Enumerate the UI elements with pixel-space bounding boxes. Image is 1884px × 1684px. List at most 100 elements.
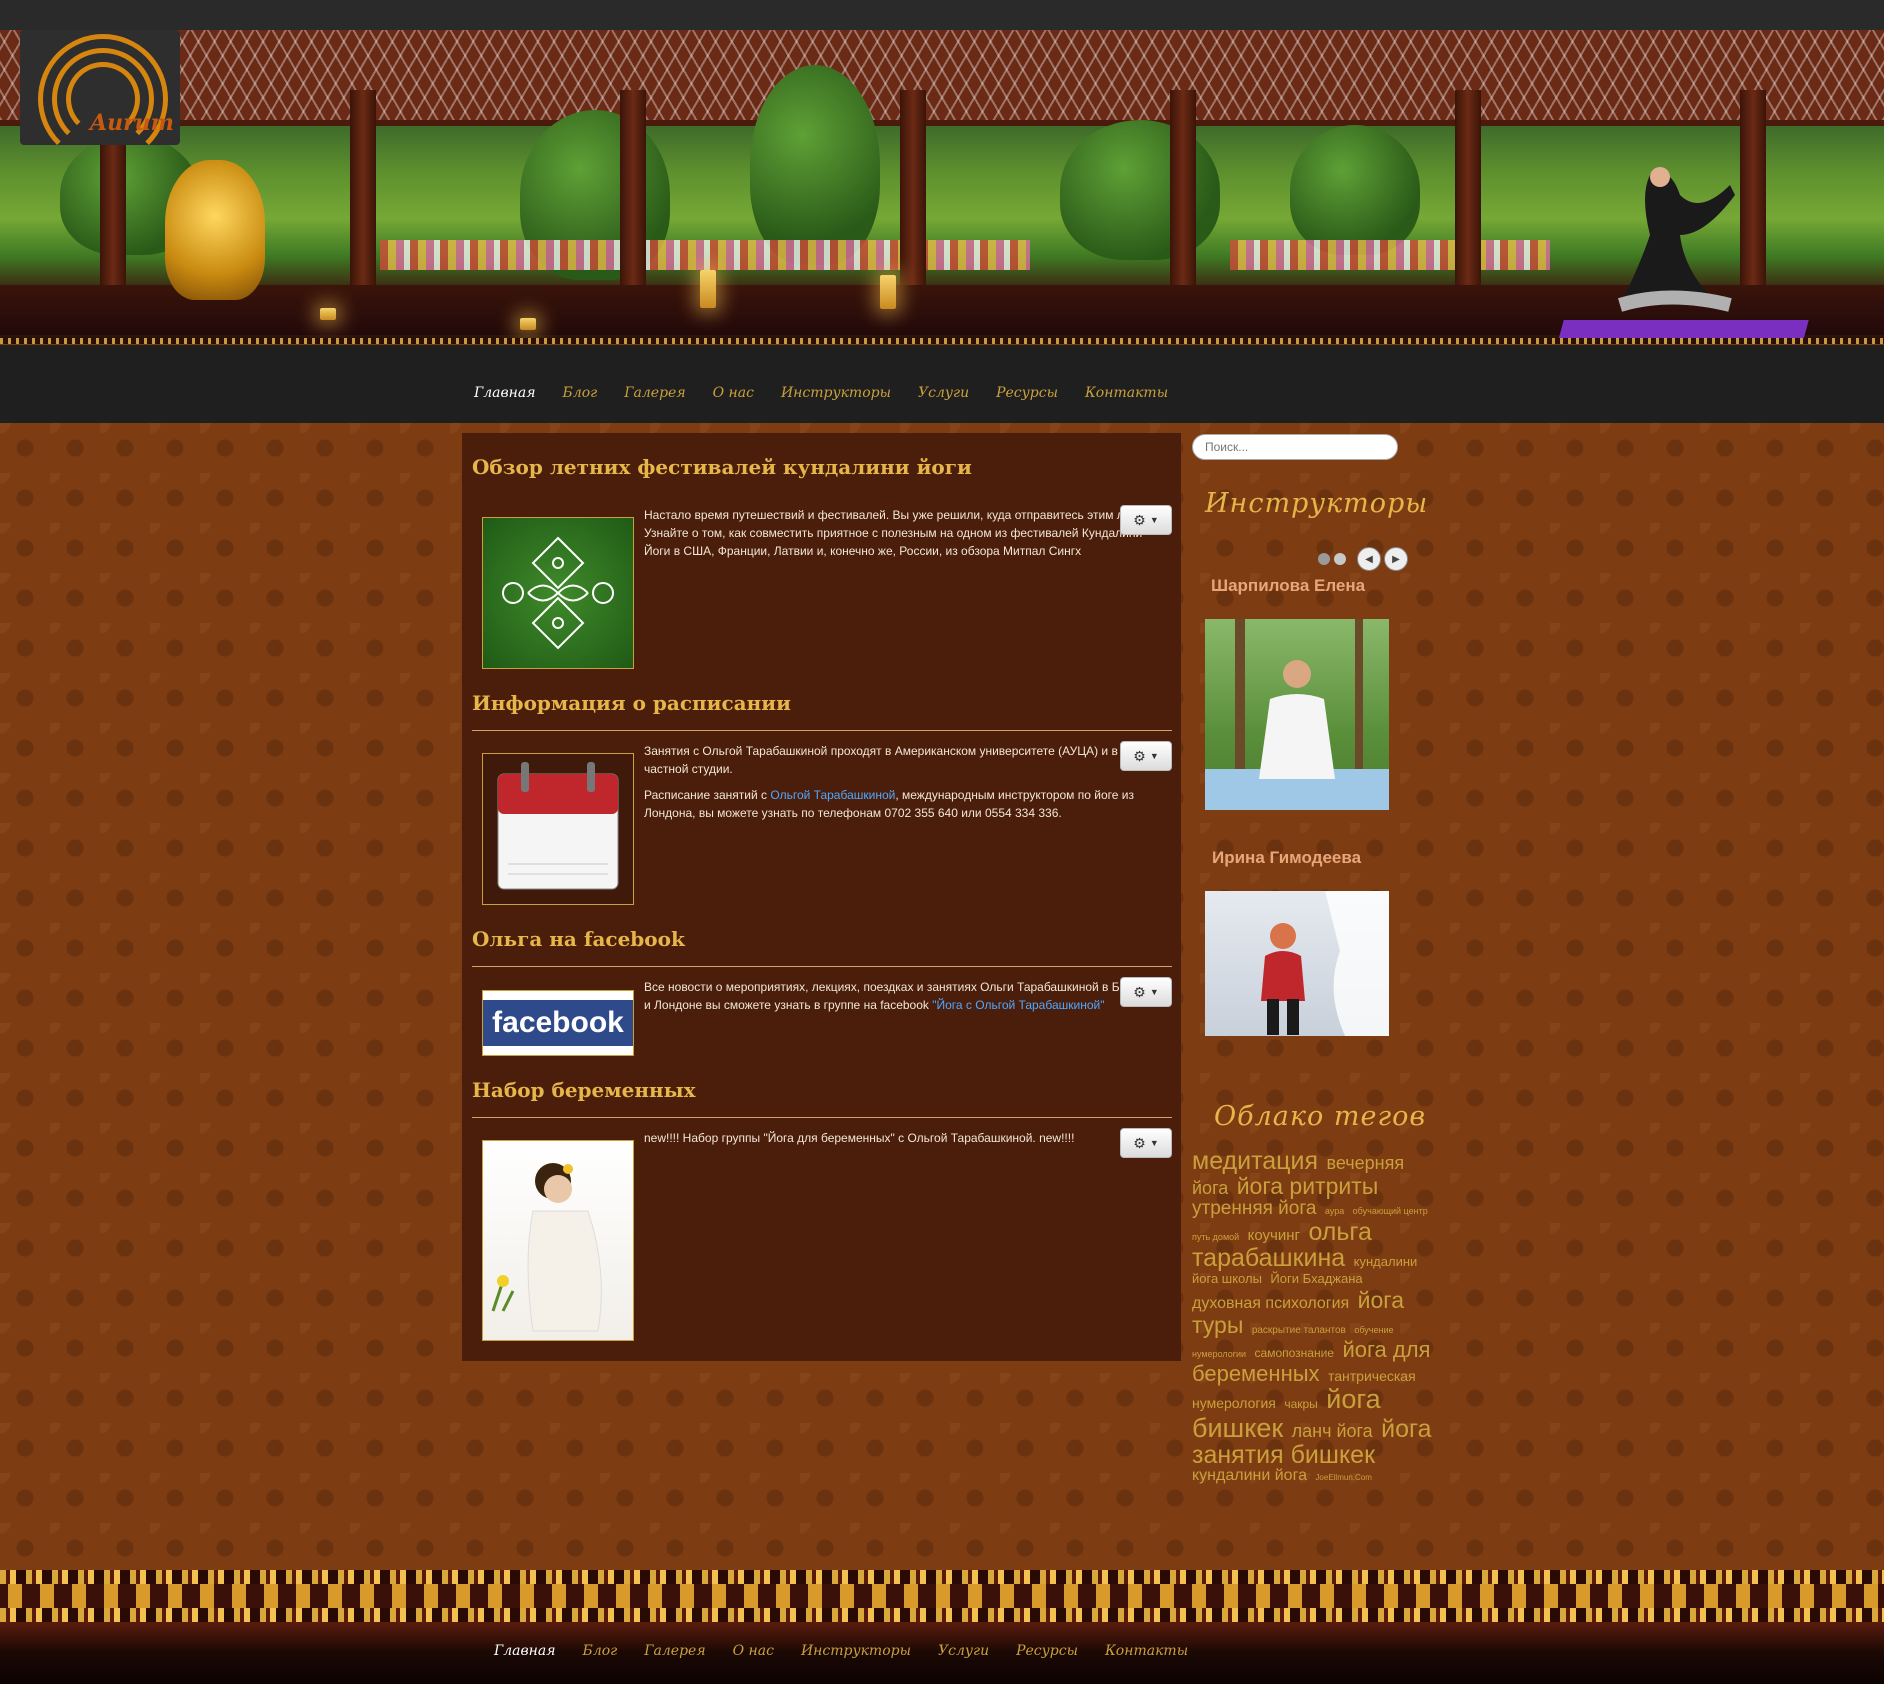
caret-down-icon: ▼ (1149, 515, 1159, 525)
carousel-next-button[interactable]: ▶ (1384, 547, 1408, 571)
tree-graphic (750, 65, 880, 265)
post-title[interactable]: Обзор летних фестивалей кундалини йоги (472, 455, 972, 479)
tag-link[interactable]: JoeEllmun.Com (1315, 1473, 1371, 1482)
tag-link[interactable]: аура (1325, 1206, 1344, 1216)
candle (700, 270, 716, 308)
footer-nav-item-services[interactable]: Услуги (938, 1643, 989, 1659)
footer-nav-item-blog[interactable]: Блог (583, 1643, 618, 1659)
post-text-fragment: Расписание занятий с (644, 788, 771, 802)
post-paragraph: Настало время путешествий и фестивалей. … (644, 508, 1158, 558)
footer-nav: Главная Блог Галерея О нас Инструкторы У… (494, 1643, 1188, 1659)
nav-item-gallery[interactable]: Галерея (624, 385, 685, 401)
main-nav: Главная Блог Галерея О нас Инструкторы У… (474, 385, 1168, 401)
post-paragraph: Занятия с Ольгой Тарабашкиной проходят в… (644, 744, 1135, 776)
tag-link[interactable]: медитация (1192, 1147, 1318, 1175)
tag-link[interactable]: самопознание (1255, 1346, 1334, 1360)
tag-link[interactable]: утренняя йога (1192, 1198, 1316, 1219)
instructor-name[interactable]: Ирина Гимодеева (1212, 848, 1361, 868)
caret-down-icon: ▼ (1149, 751, 1159, 761)
tag-link[interactable]: ланч йога (1292, 1421, 1373, 1441)
pillar (620, 90, 646, 310)
tag-cloud: медитация вечерняя йога йога ритриты утр… (1192, 1148, 1437, 1485)
tag-link[interactable]: йога ритриты (1237, 1173, 1379, 1199)
carousel-prev-button[interactable]: ◀ (1357, 547, 1381, 571)
search-input[interactable] (1192, 434, 1398, 460)
tree-graphic (1060, 120, 1220, 260)
carousel-dot[interactable] (1334, 553, 1346, 565)
nav-item-contacts[interactable]: Контакты (1085, 385, 1168, 401)
post-options-button[interactable]: ⚙ ▼ (1120, 741, 1172, 771)
floor-trim (0, 338, 1884, 344)
caret-down-icon: ▼ (1149, 1138, 1159, 1148)
post-options-button[interactable]: ⚙ ▼ (1120, 977, 1172, 1007)
carousel-dot[interactable] (1318, 553, 1330, 565)
calendar-icon (497, 762, 619, 890)
instructor-link[interactable]: Ольгой Тарабашкиной (770, 788, 895, 802)
nav-item-blog[interactable]: Блог (563, 385, 598, 401)
nav-item-resources[interactable]: Ресурсы (996, 385, 1058, 401)
footer: Главная Блог Галерея О нас Инструкторы У… (0, 1622, 1884, 1684)
footer-nav-item-contacts[interactable]: Контакты (1105, 1643, 1188, 1659)
facebook-group-link[interactable]: "Йога с Ольгой Тарабашкиной" (932, 998, 1104, 1012)
top-bar (0, 0, 1884, 30)
instructor-photo[interactable] (1205, 891, 1389, 1036)
footer-nav-item-home[interactable]: Главная (494, 1643, 556, 1659)
post-title[interactable]: Информация о расписании (472, 691, 791, 715)
tag-link[interactable]: раскрытие талантов (1252, 1325, 1346, 1336)
main-content: Обзор летних фестивалей кундалини йоги Н… (462, 433, 1181, 1361)
tag-cloud-heading: Облако тегов (1214, 1101, 1427, 1132)
tag-link[interactable]: Йоги Бхаджана (1270, 1271, 1362, 1286)
footer-nav-item-about[interactable]: О нас (733, 1643, 774, 1659)
post-body: Занятия с Ольгой Тарабашкиной проходят в… (644, 742, 1164, 830)
post-body: Настало время путешествий и фестивалей. … (644, 506, 1164, 568)
divider (472, 966, 1172, 967)
ganesha-statue (165, 160, 265, 300)
instructor-name[interactable]: Шарпилова Елена (1211, 576, 1365, 596)
arrow-left-icon: ◀ (1365, 553, 1373, 565)
footer-nav-item-resources[interactable]: Ресурсы (1016, 1643, 1078, 1659)
tag-link[interactable]: коучинг (1248, 1227, 1300, 1244)
tag-link[interactable]: чакры (1284, 1397, 1317, 1411)
pillar (350, 90, 376, 310)
post-options-button[interactable]: ⚙ ▼ (1120, 1128, 1172, 1158)
post-title[interactable]: Ольга на facebook (472, 927, 685, 951)
post-thumbnail[interactable] (482, 1140, 634, 1341)
post-body: new!!!! Набор группы "Йога для беременны… (644, 1129, 1164, 1155)
post-thumbnail[interactable] (482, 753, 634, 905)
tag-link[interactable]: духовная психология (1192, 1295, 1349, 1312)
post-options-button[interactable]: ⚙ ▼ (1120, 505, 1172, 535)
main-nav-bar: Главная Блог Галерея О нас Инструкторы У… (0, 345, 1884, 423)
footer-nav-item-gallery[interactable]: Галерея (644, 1643, 705, 1659)
tree-graphic (1290, 125, 1420, 255)
candle (320, 308, 336, 320)
instructor-photo[interactable] (1205, 619, 1389, 810)
nav-item-about[interactable]: О нас (713, 385, 754, 401)
tag-link[interactable]: кундалини йога (1192, 1467, 1307, 1485)
instructors-heading: Инструкторы (1205, 488, 1429, 519)
post-paragraph: Все новости о мероприятиях, лекциях, пое… (644, 978, 1164, 1014)
arrow-right-icon: ▶ (1392, 553, 1400, 565)
pregnant-woman-photo (491, 1163, 602, 1332)
post-body: Все новости о мероприятиях, лекциях, пое… (644, 978, 1164, 1022)
footer-nav-item-instructors[interactable]: Инструкторы (801, 1643, 911, 1659)
candle (520, 318, 536, 330)
woman-meditating-photo (1205, 619, 1389, 810)
gear-icon: ⚙ (1133, 511, 1146, 528)
divider (472, 730, 1172, 731)
facebook-logo-text: facebook (492, 1006, 624, 1039)
nav-item-home[interactable]: Главная (474, 385, 536, 401)
header-banner (0, 30, 1884, 344)
caret-down-icon: ▼ (1149, 987, 1159, 997)
site-logo[interactable]: Aurum (20, 30, 180, 164)
logo-text: Aurum (90, 110, 174, 136)
facebook-logo[interactable]: facebook (482, 990, 634, 1056)
flower-bed (380, 240, 1030, 270)
nav-item-services[interactable]: Услуги (918, 385, 969, 401)
pillar (1455, 90, 1481, 310)
yogi-figure (1617, 167, 1735, 312)
post-thumbnail[interactable] (482, 517, 634, 669)
post-paragraph: new!!!! Набор группы "Йога для беременны… (644, 1131, 1075, 1145)
woman-in-snow-photo (1261, 891, 1389, 1036)
post-title[interactable]: Набор беременных (472, 1078, 696, 1102)
nav-item-instructors[interactable]: Инструкторы (781, 385, 891, 401)
